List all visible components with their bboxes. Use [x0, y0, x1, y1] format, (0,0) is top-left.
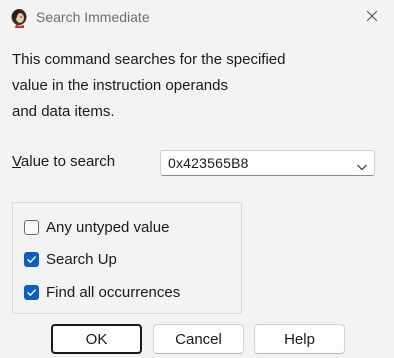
chevron-down-icon[interactable] [356, 159, 368, 171]
checkmark-icon [27, 255, 36, 263]
close-icon [366, 9, 378, 27]
search-up-checkbox[interactable] [24, 251, 39, 267]
description-line-2: value in the instruction operands [12, 77, 228, 94]
search-immediate-dialog: Search Immediate This command searches f… [0, 0, 394, 358]
any-untyped-value-option[interactable]: Any untyped value [24, 217, 169, 237]
ida-lady-icon [9, 8, 29, 28]
description-text: This command searches for the specified … [12, 47, 372, 125]
ok-button[interactable]: OK [51, 324, 142, 354]
value-label-rest: alue to search [20, 153, 116, 170]
search-up-label[interactable]: Search Up [46, 251, 117, 268]
help-button[interactable]: Help [254, 324, 345, 354]
title-bar: Search Immediate [0, 0, 394, 36]
close-button[interactable] [358, 4, 386, 32]
checkmark-icon [27, 288, 36, 296]
description-line-3: and data items. [12, 103, 115, 120]
find-all-occurrences-label[interactable]: Find all occurrences [46, 284, 180, 301]
value-combobox[interactable]: 0x423565B8 [160, 150, 375, 176]
description-line-1: This command searches for the specified [12, 51, 286, 68]
window-title: Search Immediate [36, 9, 150, 25]
value-combobox-text[interactable]: 0x423565B8 [168, 155, 249, 171]
find-all-occurrences-option[interactable]: Find all occurrences [24, 282, 180, 302]
value-to-search-label: Value to search [12, 153, 115, 170]
any-untyped-value-label[interactable]: Any untyped value [46, 219, 169, 236]
find-all-occurrences-checkbox[interactable] [24, 284, 39, 300]
value-label-accelerator: V [12, 153, 21, 170]
cancel-button[interactable]: Cancel [153, 324, 244, 354]
any-untyped-value-checkbox[interactable] [24, 219, 39, 235]
search-up-option[interactable]: Search Up [24, 249, 117, 269]
